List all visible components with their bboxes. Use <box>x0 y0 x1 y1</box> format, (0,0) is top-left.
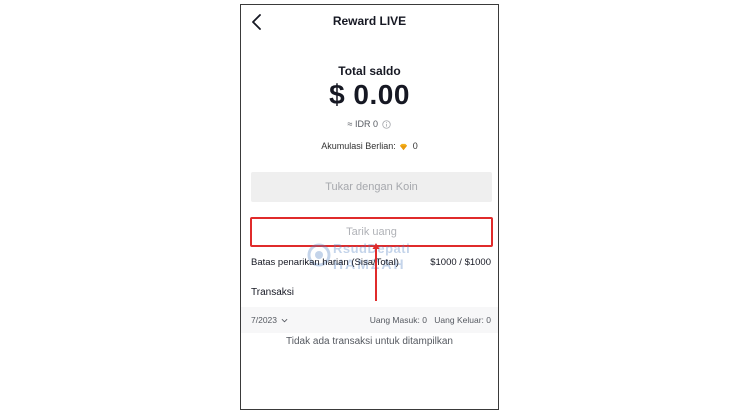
diamond-icon <box>400 143 408 150</box>
transaction-totals: Uang Masuk: 0 Uang Keluar: 0 <box>370 315 491 325</box>
balance-amount: $ 0.00 <box>329 79 410 110</box>
page: Reward LIVE Total saldo $ 0.00 ≈ IDR 0 A… <box>0 0 740 416</box>
daily-limit-value: $1000 / $1000 <box>430 257 491 268</box>
idr-equivalent: ≈ IDR 0 <box>241 119 498 129</box>
diamond-label: Akumulasi Berlian: <box>321 141 396 151</box>
info-icon[interactable] <box>382 120 392 129</box>
diamond-value: 0 <box>412 141 418 151</box>
page-title: Reward LIVE <box>332 14 407 28</box>
empty-transactions-message: Tidak ada transaksi untuk ditampilkan <box>286 336 453 347</box>
expense-total: Uang Keluar: 0 <box>434 315 491 325</box>
transactions-title: Transaksi <box>251 287 294 298</box>
chevron-down-icon <box>281 319 288 323</box>
month-value: 7/2023 <box>251 315 277 325</box>
annotation-arrow-icon <box>372 243 380 301</box>
month-selector[interactable]: 7/2023 <box>251 315 288 325</box>
exchange-coins-button[interactable]: Tukar dengan Koin <box>251 172 492 202</box>
balance-label: Total saldo <box>338 64 401 78</box>
idr-text: ≈ IDR 0 <box>347 119 378 129</box>
income-total: Uang Masuk: 0 <box>369 315 427 325</box>
phone-screen: Reward LIVE Total saldo $ 0.00 ≈ IDR 0 A… <box>240 4 499 410</box>
transactions-filter-bar: 7/2023 Uang Masuk: 0 Uang Keluar: 0 <box>241 307 498 333</box>
diamond-accumulation: Akumulasi Berlian: 0 <box>241 141 498 151</box>
header: Reward LIVE <box>241 5 498 39</box>
